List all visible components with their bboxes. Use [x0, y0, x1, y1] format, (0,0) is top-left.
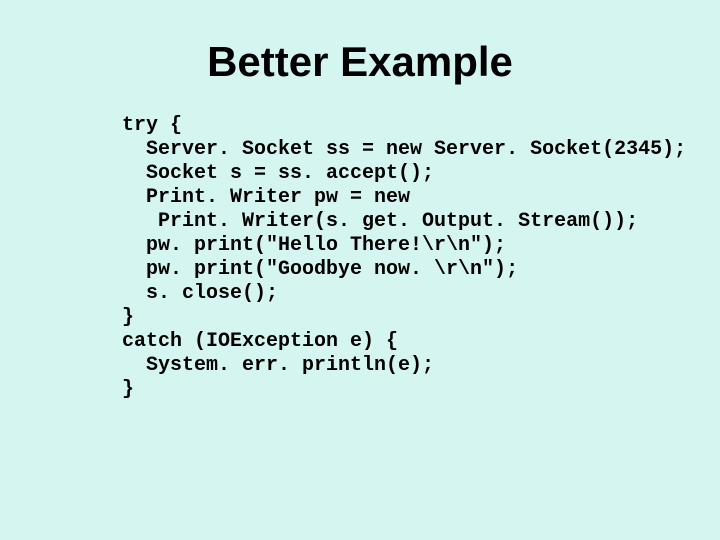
code-block: try { Server. Socket ss = new Server. So…: [122, 114, 720, 402]
slide-title: Better Example: [0, 38, 720, 86]
slide: Better Example try { Server. Socket ss =…: [0, 38, 720, 540]
